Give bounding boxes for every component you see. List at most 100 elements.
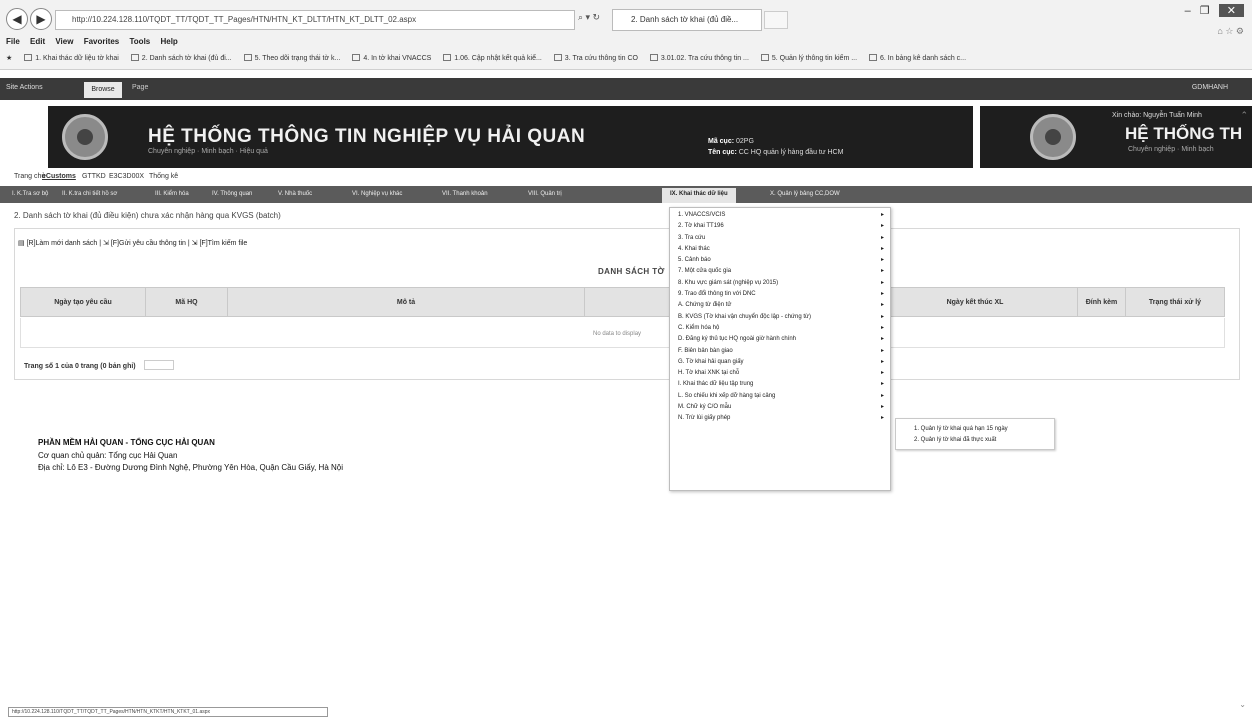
column-header[interactable]: Mã HQ	[146, 288, 228, 316]
submenu-arrow-icon: ▸	[880, 392, 884, 399]
dropdown-item[interactable]: C. Kiểm hóa hộ ▸	[670, 323, 890, 334]
column-header[interactable]: Đính kèm	[1078, 288, 1126, 316]
nav-item[interactable]: II. K.tra chi tiết hồ sơ	[62, 191, 117, 197]
dropdown-item[interactable]: 3. Tra cứu ▸	[670, 233, 890, 244]
banner-title-secondary: HỆ THỐNG TH	[1125, 124, 1243, 143]
favorite-link[interactable]: 5. Theo dõi trạng thái tờ k...	[243, 54, 340, 62]
no-data-message: No data to display	[593, 331, 642, 337]
banner-main: HỆ THỐNG THÔNG TIN NGHIỆP VỤ HẢI QUAN Ch…	[48, 106, 973, 168]
module-tab-thong-ke[interactable]: Thống kê	[149, 173, 178, 180]
menu-bar: File Edit View Favorites Tools Help	[6, 37, 186, 46]
nav-item[interactable]: VIII. Quản trị	[528, 191, 562, 197]
column-header[interactable]: Mô tả	[228, 288, 585, 316]
module-tab-e3c3[interactable]: E3C3D00X	[109, 173, 144, 180]
scroll-down-icon[interactable]: ⌄	[1239, 700, 1246, 709]
site-actions-menu[interactable]: Site Actions	[6, 84, 43, 91]
grid-header: Ngày tạo yêu cầu Mã HQ Mô tả Ngày kết th…	[20, 287, 1225, 317]
banner-secondary: Xin chào: Nguyễn Tuấn Minh HỆ THỐNG TH C…	[980, 106, 1252, 168]
browse-tab[interactable]: Browse	[84, 82, 122, 98]
dropdown-item[interactable]: 1. VNACCS/VCIS ▸	[670, 210, 890, 221]
column-header[interactable]: Trạng thái xử lý	[1126, 288, 1224, 316]
address-bar[interactable]: http://10.224.128.110/TQDT_TT/TQDT_TT_Pa…	[55, 10, 575, 30]
dropdown-item[interactable]: 2. Tờ khai TT196 ▸	[670, 221, 890, 232]
favorite-link[interactable]: 2. Danh sách tờ khai (đủ đi...	[130, 54, 232, 62]
module-tabs: Trang chủ eCustoms GTTKD E3C3D00X Thống …	[0, 172, 1252, 185]
submenu-item[interactable]: 1. Quản lý tờ khai quá hạn 15 ngày	[914, 424, 1054, 435]
submenu-arrow-icon: ▸	[880, 212, 884, 218]
banner-subtitle-secondary: Chuyên nghiệp · Minh bạch	[1128, 146, 1214, 153]
nav-item[interactable]: X. Quản lý bảng CC,DOW	[770, 191, 840, 197]
favorite-link[interactable]: 4. In tờ khai VNACCS	[352, 54, 431, 62]
nav-item-active[interactable]: IX. Khai thác dữ liệu	[662, 188, 736, 203]
submenu-arrow-icon: ▸	[880, 370, 884, 377]
pager-control[interactable]	[143, 360, 174, 370]
home-star-gear-icons[interactable]: ⌂ ☆ ⚙	[1217, 26, 1244, 37]
dropdown-item[interactable]: F. Biên bản bàn giao ▸	[670, 346, 890, 357]
submenu-arrow-icon: ▸	[880, 257, 884, 264]
dropdown-item[interactable]: 4. Khai thác ▸	[670, 244, 890, 255]
customs-emblem-icon	[1030, 114, 1076, 160]
search-refresh-icon[interactable]: ⌕ ▾ ↻	[578, 12, 600, 23]
maximize-icon[interactable]: ❐	[1200, 5, 1210, 17]
submenu-arrow-icon: ▸	[880, 336, 884, 343]
menu-file[interactable]: File	[6, 37, 20, 46]
favorite-link[interactable]: 3. Tra cứu thông tin CO	[553, 54, 638, 62]
pager-summary: Trang số 1 của 0 trang (0 bản ghi)	[24, 363, 136, 370]
dropdown-item[interactable]: 9. Trao đổi thông tin với DNC ▸	[670, 289, 890, 300]
dropdown-item[interactable]: A. Chứng từ điện tử ▸	[670, 300, 890, 311]
dropdown-item[interactable]: G. Tờ khai hải quan giấy ▸	[670, 357, 890, 368]
menu-favorites[interactable]: Favorites	[84, 37, 120, 46]
dropdown-item[interactable]: L. So chiếu khi xếp dỡ hàng tại cảng ▸	[670, 391, 890, 402]
nav-item[interactable]: III. Kiểm hóa	[155, 191, 189, 197]
browser-tab-active[interactable]: 2. Danh sách tờ khai (đủ điề...	[612, 9, 762, 31]
favorite-link[interactable]: 1. Khai thác dữ liệu tờ khai	[24, 54, 119, 62]
menu-edit[interactable]: Edit	[30, 37, 45, 46]
search-file-button[interactable]: ⇲ [F]Tìm kiếm file	[192, 240, 248, 247]
favorite-link[interactable]: 3.01.02. Tra cứu thông tin ...	[649, 54, 749, 62]
user-menu[interactable]: GDMHANH	[1192, 84, 1228, 91]
footer: PHẦN MỀM HẢI QUAN - TỔNG CỤC HẢI QUAN Cơ…	[38, 437, 343, 474]
dropdown-item[interactable]: B. KVGS (Tờ khai vận chuyển độc lập - ch…	[670, 312, 890, 323]
column-header[interactable]: Ngày tạo yêu cầu	[21, 288, 146, 316]
scroll-up-icon[interactable]: ⌃	[1240, 110, 1248, 121]
nav-item[interactable]: IV. Thông quan	[212, 191, 252, 197]
menu-view[interactable]: View	[55, 37, 73, 46]
module-tab-ecustoms[interactable]: eCustoms	[42, 173, 76, 180]
dropdown-item[interactable]: H. Tờ khai XNK tại chỗ ▸	[670, 368, 890, 379]
new-tab-button[interactable]	[764, 11, 788, 29]
dropdown-item[interactable]: 5. Cảnh báo ▸	[670, 255, 890, 266]
menu-help[interactable]: Help	[160, 37, 177, 46]
nav-item[interactable]: V. Nhà thuốc	[278, 191, 312, 197]
send-request-button[interactable]: ⇲ [F]Gửi yêu cầu thông tin	[103, 240, 186, 247]
submenu-arrow-icon: ▸	[880, 245, 884, 252]
dropdown-item[interactable]: N. Trừ lùi giấy phép ▸	[670, 413, 890, 424]
refresh-list-button[interactable]: ▤ [R]Làm mới danh sách	[18, 240, 97, 247]
submenu-arrow-icon: ▸	[880, 358, 884, 365]
favorite-link[interactable]: 1.06. Cập nhật kết quả kiể...	[443, 54, 542, 62]
dropdown-item[interactable]: 8. Khu vực giám sát (nghiệp vụ 2015) ▸	[670, 278, 890, 289]
pager: Trang số 1 của 0 trang (0 bản ghi)	[24, 360, 174, 370]
submenu-arrow-icon: ▸	[880, 313, 884, 320]
back-icon[interactable]: ◀	[6, 8, 28, 30]
nav-item[interactable]: I. K.Tra sơ bộ	[12, 191, 48, 197]
window-controls: – ❐ ✕	[1185, 4, 1244, 17]
dropdown-item[interactable]: D. Đăng ký thủ tục HQ ngoài giờ hành chí…	[670, 334, 890, 345]
module-tab-gttkd[interactable]: GTTKD	[82, 173, 106, 180]
nav-item[interactable]: VII. Thanh khoản	[442, 191, 488, 197]
dropdown-item[interactable]: 7. Một cửa quốc gia ▸	[670, 266, 890, 277]
favorite-link[interactable]: 6. In bảng kê danh sách c...	[869, 54, 966, 62]
dropdown-item[interactable]: I. Khai thác dữ liệu tập trung ▸	[670, 379, 890, 390]
page-tab[interactable]: Page	[132, 84, 148, 91]
submenu-arrow-icon: ▸	[880, 279, 884, 286]
dropdown-item[interactable]: M. Chữ ký C/O mẫu ▸	[670, 402, 890, 413]
module-tab-home[interactable]: Trang chủ	[14, 173, 45, 180]
submenu-item[interactable]: 2. Quản lý tờ khai đã thực xuất	[914, 435, 1054, 446]
close-icon[interactable]: ✕	[1218, 4, 1244, 17]
column-header[interactable]: Ngày kết thúc XL	[873, 288, 1078, 316]
favorite-link[interactable]: 5. Quản lý thông tin kiểm ...	[760, 54, 857, 62]
menu-tools[interactable]: Tools	[130, 37, 151, 46]
forward-icon[interactable]: ▶	[30, 8, 52, 30]
nav-item[interactable]: VI. Nghiệp vụ khác	[352, 191, 402, 197]
minimize-icon[interactable]: –	[1185, 5, 1191, 17]
favorites-star-icon[interactable]: ★	[6, 55, 12, 62]
